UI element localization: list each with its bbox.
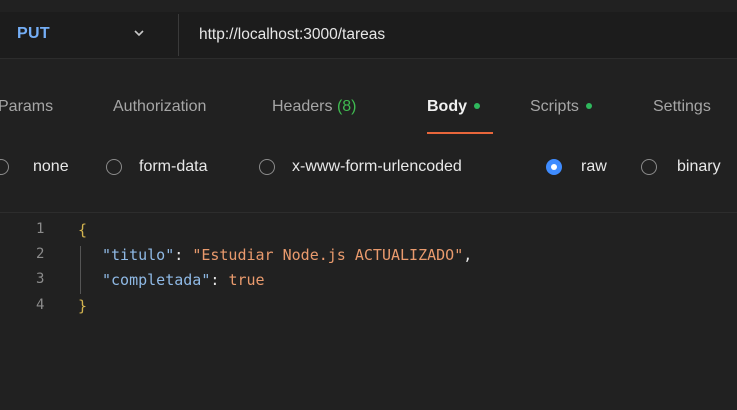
tab-body[interactable]: Body <box>427 98 480 116</box>
json-comma: , <box>463 246 473 264</box>
scripts-status-dot <box>585 102 592 109</box>
json-key: "titulo" <box>102 246 175 264</box>
tab-scripts[interactable]: Scripts <box>530 98 592 116</box>
body-type-binary-label[interactable]: binary <box>677 158 721 176</box>
radio-binary[interactable] <box>641 159 657 175</box>
tab-headers[interactable]: Headers (8) <box>272 98 357 116</box>
url-input[interactable]: http://localhost:3000/tareas <box>199 26 385 44</box>
url-bar: PUT http://localhost:3000/tareas <box>0 0 737 70</box>
tab-authorization[interactable]: Authorization <box>113 98 206 116</box>
line-number: 4 <box>36 297 45 313</box>
line-number: 2 <box>36 246 45 262</box>
tab-label: Params <box>0 98 54 115</box>
tab-label: Body <box>427 98 467 115</box>
body-status-dot <box>474 102 480 109</box>
code-editor[interactable]: 1 { 2 "titulo": "Estudiar Node.js ACTUAL… <box>0 213 737 410</box>
code-text: "completada": true <box>102 271 265 289</box>
body-type-none-label[interactable]: none <box>33 158 69 176</box>
radio-raw[interactable] <box>546 159 562 175</box>
json-string-value: "Estudiar Node.js ACTUALIZADO" <box>192 246 464 264</box>
method-selector[interactable]: PUT <box>17 25 50 43</box>
json-colon: : <box>174 246 193 264</box>
editor-line: 4 } <box>0 297 737 319</box>
json-colon: : <box>210 271 229 289</box>
tab-settings[interactable]: Settings <box>653 98 711 116</box>
tab-label: Scripts <box>530 98 579 115</box>
body-type-form-data-label[interactable]: form-data <box>139 158 207 176</box>
radio-none[interactable] <box>0 159 9 175</box>
open-brace: { <box>78 221 88 239</box>
tab-params[interactable]: Params <box>0 98 53 116</box>
request-editor-panel: PUT http://localhost:3000/tareas Params … <box>0 0 737 410</box>
line-number: 3 <box>36 271 45 287</box>
body-type-urlencoded-label[interactable]: x-www-form-urlencoded <box>292 158 462 176</box>
editor-line: 3 "completada": true <box>0 271 737 293</box>
json-boolean-value: true <box>228 271 265 289</box>
headers-count-badge: (8) <box>336 98 357 115</box>
divider <box>178 14 179 56</box>
close-brace: } <box>78 297 88 315</box>
active-tab-indicator <box>427 132 493 134</box>
request-tabs: Params Authorization Headers (8) Body Sc… <box>0 70 737 142</box>
editor-line: 2 "titulo": "Estudiar Node.js ACTUALIZAD… <box>0 246 737 268</box>
tab-label: Authorization <box>113 98 207 115</box>
tab-label: Headers <box>272 98 333 115</box>
line-number: 1 <box>36 221 45 237</box>
body-type-raw-label[interactable]: raw <box>581 158 607 176</box>
chevron-down-icon[interactable] <box>132 26 146 40</box>
tab-label: Settings <box>653 98 711 115</box>
editor-line: 1 { <box>0 221 737 243</box>
radio-form-data[interactable] <box>106 159 122 175</box>
radio-x-www-form-urlencoded[interactable] <box>259 159 275 175</box>
body-type-selector: none form-data x-www-form-urlencoded raw… <box>0 142 737 212</box>
json-key: "completada" <box>102 271 211 289</box>
code-text: "titulo": "Estudiar Node.js ACTUALIZADO"… <box>102 246 472 264</box>
